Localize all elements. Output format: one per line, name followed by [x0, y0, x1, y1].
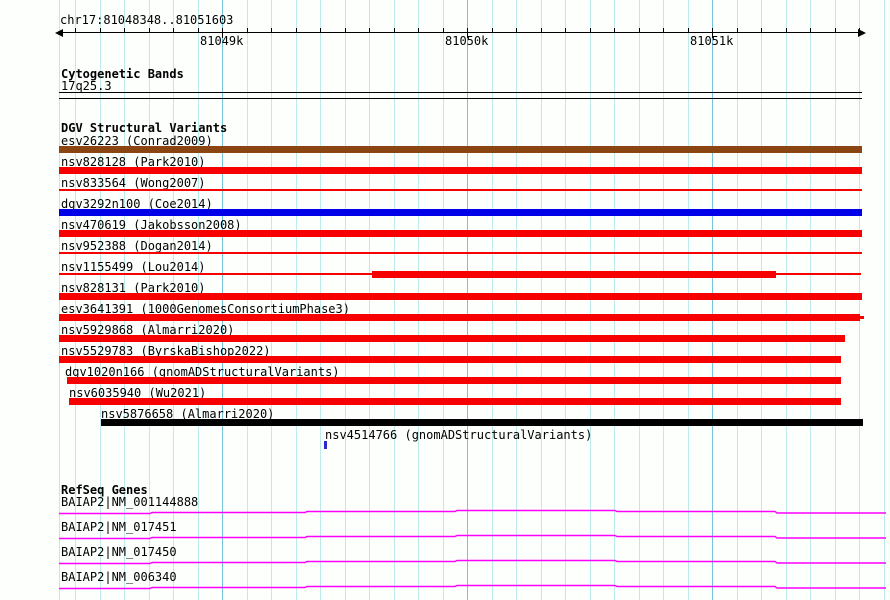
variant-bar-dgv3292n100[interactable] [59, 209, 862, 216]
ruler-tick-minor [516, 28, 517, 32]
ruler-tick-minor [344, 28, 346, 32]
ruler-tick-minor [246, 28, 248, 32]
ruler-tick-minor [736, 28, 738, 32]
variant-bar-nsv5929868[interactable] [59, 335, 845, 342]
ruler-tick-minor [99, 28, 101, 32]
cytogenetic-band-box[interactable] [59, 92, 862, 99]
gene-line[interactable] [59, 558, 887, 566]
gene-line[interactable] [59, 533, 887, 541]
variant-label-nsv4514766[interactable]: nsv4514766 (gnomADStructuralVariants) [325, 429, 592, 441]
ruler-tick-minor [271, 28, 272, 32]
gene-line[interactable] [59, 508, 887, 516]
ruler-tick-minor [320, 28, 321, 32]
dgv-section-title: DGV Structural Variants [61, 121, 228, 135]
ruler-tick-minor [687, 28, 689, 32]
ruler-tick-minor [540, 28, 542, 32]
ruler-tick-minor [369, 28, 370, 32]
variant-bar-nsv833564[interactable] [59, 189, 862, 191]
variant-bar-nsv828128[interactable] [59, 167, 862, 174]
ruler-tick-minor [589, 28, 591, 32]
variant-bar-nsv828131[interactable] [59, 293, 862, 300]
ruler-tick-minor [442, 28, 444, 32]
ruler-tick-minor [834, 28, 836, 32]
ruler-tick-minor [124, 28, 125, 32]
ruler-tick-minor [859, 28, 860, 32]
variant-bar-nsv5529783[interactable] [59, 356, 841, 363]
ruler-tick-minor [810, 28, 811, 32]
variant-bar-nsv6035940[interactable] [69, 398, 841, 405]
region-coordinates-label: chr17:81048348..81051603 [60, 13, 234, 27]
ruler-tick-minor [197, 28, 199, 32]
ruler-tick-minor [393, 28, 395, 32]
ruler-left-arrow-icon [55, 29, 63, 37]
ruler-tick-minor [565, 28, 566, 32]
variant-bar-nsv4514766[interactable] [324, 441, 327, 449]
cytogenetic-band-name: 17q25.3 [61, 79, 112, 93]
ruler-tick-minor [75, 28, 76, 32]
gene-label[interactable]: BAIAP2|NM_017451 [61, 521, 177, 533]
gene-label[interactable]: BAIAP2|NM_017450 [61, 546, 177, 558]
variant-bar-esv26223[interactable] [59, 146, 862, 153]
ruler-tick-minor [295, 28, 297, 32]
gene-line[interactable] [59, 583, 887, 591]
variant-bar-nsv5876658[interactable] [101, 419, 863, 426]
ruler-tick-minor [491, 28, 493, 32]
ruler-tick-minor [148, 28, 150, 32]
ruler-tick-label: 81051k [690, 34, 734, 48]
gene-label[interactable]: BAIAP2|NM_001144888 [61, 496, 198, 508]
ruler-tick-label: 81049k [200, 34, 244, 48]
ruler-tick-label: 81050k [445, 34, 489, 48]
ruler-line [59, 32, 862, 33]
ruler-tick-minor [785, 28, 787, 32]
variant-bar-esv3641391[interactable] [59, 314, 860, 321]
ruler-tick-minor [173, 28, 174, 32]
ruler-tick-minor [663, 28, 664, 32]
variant-bar-nsv470619[interactable] [59, 230, 862, 237]
variant-bar-dgv1020n166[interactable] [67, 377, 841, 384]
variant-bar-nsv1155499[interactable] [372, 271, 776, 278]
genome-browser-view: chr17:81048348..81051603 81049k 81050k 810… [0, 0, 890, 600]
variant-label-nsv1155499[interactable]: nsv1155499 (Lou2014) [61, 261, 206, 273]
ruler-tick-minor [761, 28, 762, 32]
gene-label[interactable]: BAIAP2|NM_006340 [61, 571, 177, 583]
variant-label-nsv833564[interactable]: nsv833564 (Wong2007) [61, 177, 206, 189]
ruler-tick-minor [614, 28, 615, 32]
ruler-tick-minor [418, 28, 419, 32]
variant-bar-esv3641391[interactable] [860, 316, 864, 319]
variant-label-nsv952388[interactable]: nsv952388 (Dogan2014) [61, 240, 213, 252]
ruler-tick-minor [638, 28, 640, 32]
variant-bar-nsv952388[interactable] [59, 252, 862, 254]
